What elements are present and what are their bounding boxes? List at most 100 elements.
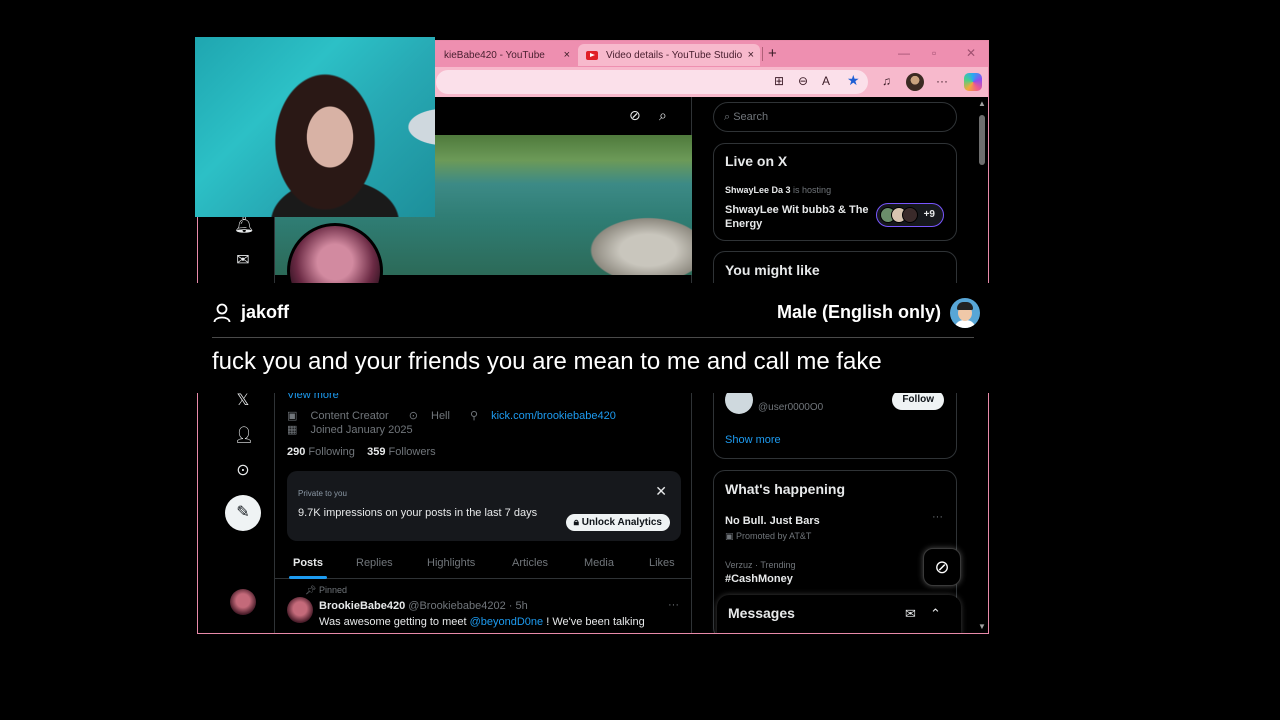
person-icon[interactable]: 👤︎ xyxy=(234,427,254,445)
location-text: Hell xyxy=(431,409,450,422)
new-tab-button[interactable]: + xyxy=(768,45,777,62)
close-icon[interactable]: × xyxy=(564,49,570,61)
banner-rocks xyxy=(582,213,692,275)
link-icon: ⚲ xyxy=(469,410,482,422)
chat-avatar xyxy=(950,298,980,328)
tab-replies[interactable]: Replies xyxy=(356,557,393,569)
search-placeholder: Search xyxy=(733,111,769,123)
avatar-shirt xyxy=(954,320,976,328)
promoted-text: Promoted by AT&T xyxy=(736,531,812,541)
search-icon[interactable]: ⌕ xyxy=(659,107,667,124)
listeners-stack[interactable]: +9 xyxy=(876,203,944,227)
post-mention[interactable]: @beyondD0ne xyxy=(470,616,544,628)
copilot-icon[interactable] xyxy=(964,73,982,91)
promo-impressions: 9.7K impressions on your posts in the la… xyxy=(298,507,538,519)
close-window-icon[interactable]: ✕ xyxy=(966,46,976,60)
tab-separator xyxy=(762,47,763,61)
scroll-thumb[interactable] xyxy=(979,115,985,165)
new-message-icon[interactable]: ✉ xyxy=(905,606,916,622)
tab-articles[interactable]: Articles xyxy=(512,557,548,569)
promoted-label: ▣ Promoted by AT&T xyxy=(725,531,811,542)
x-logo-icon[interactable]: 𝕏 xyxy=(234,392,252,410)
post-text-start: Was awesome getting to meet xyxy=(319,616,470,628)
chat-username: jakoff xyxy=(241,302,290,322)
maximize-icon[interactable]: ▫ xyxy=(932,46,936,60)
post-header: BrookieBabe420 @Brookiebabe4202 · 5h xyxy=(319,600,528,612)
listener-avatar xyxy=(902,207,918,223)
post-text-end: ! We've been talking xyxy=(543,616,645,628)
zoom-out-icon[interactable]: ⊖ xyxy=(798,74,808,88)
lock-icon: 🔒︎ xyxy=(573,517,582,528)
youtube-icon xyxy=(586,50,598,60)
scroll-down-icon[interactable]: ▼ xyxy=(978,622,986,631)
search-input[interactable]: ⌕ Search xyxy=(713,102,957,132)
happening-title: What's happening xyxy=(725,481,845,497)
post-text: Was awesome getting to meet @beyondD0ne … xyxy=(319,616,645,628)
expand-icon[interactable]: ⌃ xyxy=(930,606,941,622)
messages-drawer[interactable]: Messages ✉ ⌃ xyxy=(717,595,961,633)
space-title[interactable]: ShwayLee Wit bubb3 & The xyxy=(725,204,869,216)
post-handle[interactable]: @Brookiebabe4202 · 5h xyxy=(408,600,527,612)
tab-highlights[interactable]: Highlights xyxy=(427,557,475,569)
website-item[interactable]: ⚲ kick.com/brookiebabe420 xyxy=(469,409,626,423)
post-avatar[interactable] xyxy=(287,597,313,623)
space-title-cont[interactable]: Energy xyxy=(725,218,762,230)
app-available-icon[interactable]: ⊞ xyxy=(774,74,784,88)
you-might-like-title: You might like xyxy=(725,262,820,278)
active-tab-indicator xyxy=(289,576,327,579)
mail-icon[interactable]: ✉ xyxy=(234,252,252,270)
suggested-user-handle[interactable]: @user0000O0 xyxy=(758,402,823,413)
profile-avatar[interactable] xyxy=(906,73,924,91)
grok-icon[interactable]: ⊘ xyxy=(629,107,641,124)
host-suffix: is hosting xyxy=(793,185,832,195)
follow-button[interactable]: Follow xyxy=(892,390,944,410)
following-label: Following xyxy=(308,446,355,458)
grok-button[interactable]: ⊘ xyxy=(923,548,961,586)
extension-icon[interactable]: ♫ xyxy=(882,74,891,88)
followers-link[interactable]: 359 Followers xyxy=(367,446,436,458)
close-icon[interactable]: × xyxy=(748,49,754,61)
post-author-name[interactable]: BrookieBabe420 xyxy=(319,600,405,612)
live-on-x-card: Live on X ShwayLee Da 3 is hosting Shway… xyxy=(713,143,957,241)
tab-media[interactable]: Media xyxy=(584,557,614,569)
tab-likes[interactable]: Likes xyxy=(649,557,675,569)
scroll-up-icon[interactable]: ▲ xyxy=(978,99,986,108)
website-link[interactable]: kick.com/brookiebabe420 xyxy=(491,410,616,422)
trend-title[interactable]: No Bull. Just Bars xyxy=(725,515,820,527)
live-title: Live on X xyxy=(725,153,788,169)
tab-youtube-studio[interactable]: Video details - YouTube Studio × xyxy=(578,44,760,66)
analytics-promo: Private to you 9.7K impressions on your … xyxy=(287,471,681,541)
unlock-analytics-button[interactable]: 🔒︎ Unlock Analytics xyxy=(565,514,670,531)
webcam-feed xyxy=(195,37,435,217)
tab-posts[interactable]: Posts xyxy=(293,557,323,569)
avatar-hair xyxy=(957,302,973,310)
pinned-text: Pinned xyxy=(318,585,347,595)
tab-label: Video details - YouTube Studio xyxy=(606,49,743,61)
tab-label: kieBabe420 - YouTube xyxy=(444,49,545,61)
account-avatar[interactable] xyxy=(230,589,256,615)
more-icon[interactable]: ··· xyxy=(668,599,679,611)
listener-count: +9 xyxy=(923,209,935,220)
joined-text: Joined January 2025 xyxy=(310,423,413,436)
read-aloud-icon[interactable]: A xyxy=(822,74,830,88)
close-icon[interactable]: ✕ xyxy=(655,483,667,500)
more-icon[interactable]: ··· xyxy=(932,511,943,523)
chat-filter-label: Male (English only) xyxy=(776,302,941,322)
more-icon[interactable]: ··· xyxy=(936,74,948,88)
follow-counts: 290 Following 359 Followers xyxy=(287,446,436,458)
joined-date: ▦ Joined January 2025 xyxy=(287,423,433,437)
minimize-icon[interactable]: — xyxy=(898,46,910,60)
host-name[interactable]: ShwayLee Da 3 xyxy=(725,185,791,195)
following-link[interactable]: 290 Following xyxy=(287,446,355,458)
favorite-star-icon[interactable]: ★ xyxy=(847,72,860,89)
category-text: Content Creator xyxy=(310,409,389,422)
tab-youtube[interactable]: kieBabe420 - YouTube × xyxy=(436,44,576,66)
unlock-analytics-label: Unlock Analytics xyxy=(581,517,662,528)
live-host: ShwayLee Da 3 is hosting xyxy=(725,185,831,195)
more-circle-icon[interactable]: ⊙ xyxy=(234,462,252,480)
search-icon: ⌕ xyxy=(724,111,734,123)
trend-title[interactable]: #CashMoney xyxy=(725,573,793,585)
show-more-link[interactable]: Show more xyxy=(725,434,781,446)
compose-post-button[interactable]: ✎ xyxy=(225,495,261,531)
bell-icon[interactable]: 🔔︎ xyxy=(234,217,254,235)
